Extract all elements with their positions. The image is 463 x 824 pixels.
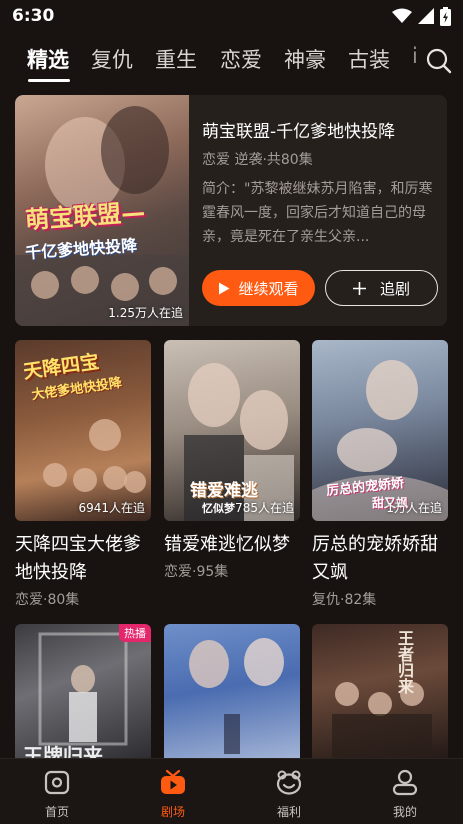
poster-title-big: 萌宝联盟— — [24, 198, 147, 235]
nav-theater-label: 剧场 — [160, 805, 185, 819]
tab-rebirth[interactable]: 重生 — [155, 44, 197, 74]
poster-art-title: 王者归来 — [395, 630, 414, 694]
drama-title[interactable]: 错爱难逃忆似梦 — [164, 531, 300, 559]
hot-badge: 热播 — [119, 624, 151, 642]
nav-theater[interactable]: 剧场 — [128, 759, 218, 824]
status-icons — [392, 6, 451, 26]
drama-title[interactable]: 天降四宝大佬爹地快投降 — [15, 531, 151, 587]
drama-poster[interactable]: 错爱难逃 忆似梦 785人在追 — [164, 340, 300, 521]
drama-meta: 恋爱·95集 — [164, 564, 229, 580]
featured-poster[interactable]: 萌宝联盟— 千亿爹地快投降 1.25万人在追 — [15, 95, 189, 326]
signal-icon — [418, 8, 434, 24]
drama-title[interactable]: 厉总的宠娇娇甜又飒 — [312, 531, 448, 587]
featured-drama-card[interactable]: 萌宝联盟— 千亿爹地快投降 1.25万人在追 萌宝联盟-千亿爹地快投降 恋爱 逆… — [15, 95, 447, 326]
drama-viewers: 6941人在追 — [78, 501, 145, 515]
poster-illustration — [332, 682, 432, 764]
drama-poster[interactable]: 王者归来 — [312, 624, 448, 764]
drama-meta: 复仇·82集 — [312, 592, 377, 608]
wifi-icon — [392, 8, 412, 23]
tab-underline — [28, 79, 70, 82]
status-bar: 6:30 — [0, 0, 463, 32]
theater-icon — [161, 769, 185, 794]
follow-drama-label: 追剧 — [379, 279, 410, 298]
search-icon[interactable] — [425, 47, 453, 75]
category-tabs: 精选 复仇 重生 恋爱 神豪 古装 i — [0, 44, 463, 84]
rewards-icon — [276, 770, 302, 795]
drama-card[interactable]: 热播 王牌归来 — [15, 624, 151, 764]
tab-romance[interactable]: 恋爱 — [220, 44, 262, 74]
featured-title[interactable]: 萌宝联盟-千亿爹地快投降 — [202, 117, 395, 142]
drama-viewers: 1万人在追 — [386, 501, 442, 515]
drama-card[interactable]: 厉总的宠娇娇 甜又飒 1万人在追 厉总的宠娇娇甜又飒 复仇·82集 — [312, 340, 448, 609]
drama-viewers: 785人在追 — [235, 501, 294, 515]
nav-rewards-label: 福利 — [276, 805, 301, 819]
drama-card[interactable] — [164, 624, 300, 764]
nav-home[interactable]: 首页 — [12, 759, 102, 824]
profile-icon — [392, 769, 418, 796]
tab-revenge[interactable]: 复仇 — [91, 44, 133, 74]
poster-illustration — [189, 638, 284, 754]
battery-icon — [440, 6, 451, 26]
tab-selected[interactable]: 精选 — [27, 44, 69, 74]
drama-poster[interactable]: 天降四宝 大佬爹地快投降 6941人在追 — [15, 340, 151, 521]
poster-art-subtitle: 忆似梦 — [202, 502, 235, 515]
drama-card[interactable]: 王者归来 — [312, 624, 448, 764]
tab-costume[interactable]: 古装 — [348, 44, 390, 74]
home-icon — [44, 770, 70, 795]
nav-profile[interactable]: 我的 — [360, 759, 450, 824]
featured-meta: 恋爱 逆袭·共80集 — [202, 152, 313, 168]
continue-watching-label: 继续观看 — [238, 279, 299, 298]
featured-description: 简介："苏黎被继妹苏月陷害，和厉寒霆春风一度，回家后才知道自己的母亲，竟是死在了… — [202, 181, 433, 245]
continue-watching-button[interactable]: 继续观看 — [202, 270, 315, 306]
drama-poster[interactable] — [164, 624, 300, 764]
drama-meta: 恋爱·80集 — [15, 592, 80, 608]
drama-poster[interactable]: 热播 王牌归来 — [15, 624, 151, 764]
poster-art-title: 错爱难逃 — [190, 481, 258, 501]
plus-icon — [352, 281, 366, 295]
nav-home-label: 首页 — [44, 805, 69, 819]
featured-info: 萌宝联盟-千亿爹地快投降 恋爱 逆袭·共80集 简介："苏黎被继妹苏月陷害，和厉… — [202, 95, 442, 326]
tab-tycoon[interactable]: 神豪 — [284, 44, 326, 74]
nav-profile-label: 我的 — [392, 805, 417, 819]
drama-card[interactable]: 天降四宝 大佬爹地快投降 6941人在追 天降四宝大佬爹地快投降 恋爱·80集 — [15, 340, 151, 609]
drama-card[interactable]: 错爱难逃 忆似梦 785人在追 错爱难逃忆似梦 恋爱·95集 — [164, 340, 300, 581]
status-time: 6:30 — [12, 6, 55, 26]
nav-rewards[interactable]: 福利 — [244, 759, 334, 824]
follow-drama-button[interactable]: 追剧 — [325, 270, 438, 306]
drama-poster[interactable]: 厉总的宠娇娇 甜又飒 1万人在追 — [312, 340, 448, 521]
featured-viewers: 1.25万人在追 — [108, 306, 183, 320]
poster-title-art: 萌宝联盟— 千亿爹地快投降 — [24, 195, 181, 262]
bottom-nav: 首页 剧场 福利 我的 — [0, 758, 463, 824]
play-icon — [219, 282, 230, 294]
